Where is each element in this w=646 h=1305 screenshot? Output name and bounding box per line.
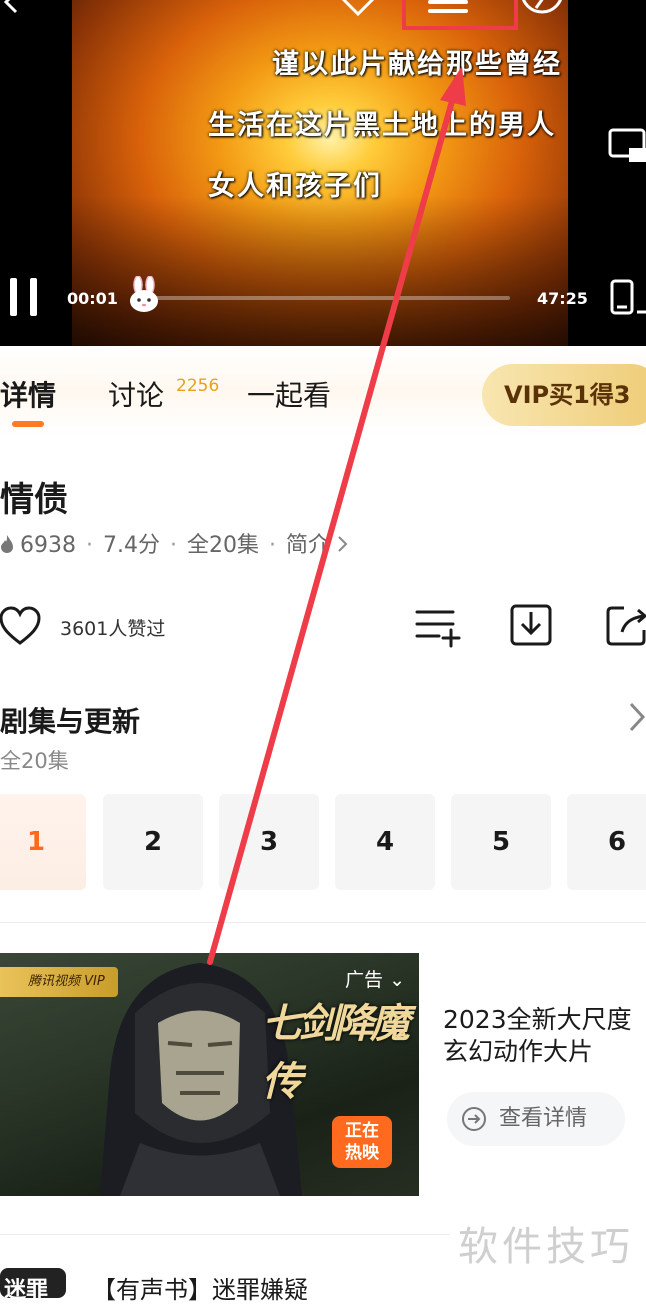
now-showing-line-2: 热映 [345, 1143, 379, 1163]
next-item-thumb-text: 迷罪 [4, 1278, 49, 1298]
episode-button[interactable]: 1 [0, 794, 86, 890]
watermark: 软件技巧 [458, 1224, 634, 1270]
chevron-down-icon[interactable]: ⌄ [389, 969, 405, 991]
now-showing-badge: 正在 热映 [332, 1116, 392, 1168]
heart-icon[interactable] [0, 604, 42, 648]
episode-count: 全20集 [187, 533, 259, 558]
subtitle-line-3: 女人和孩子们 [208, 171, 382, 202]
chevron-right-icon[interactable] [626, 700, 646, 734]
hot-count: 6938 [20, 533, 76, 558]
subtitle-line-1: 谨以此片献给那些曾经 [272, 49, 562, 80]
episode-button[interactable]: 5 [451, 794, 551, 890]
episodes-heading: 剧集与更新 [0, 705, 141, 738]
ad-title-logo: 七剑降魔传 [262, 1000, 410, 1105]
chevron-right-icon[interactable] [336, 535, 350, 553]
separator-dot: · [170, 533, 177, 558]
total-time: 47:25 [537, 289, 588, 308]
likes-count: 3601人赞过 [60, 618, 166, 640]
annotation-highlight-box [402, 0, 518, 30]
tab-discuss[interactable]: 讨论 [108, 374, 164, 414]
score: 7.4分 [103, 533, 160, 558]
episode-button[interactable]: 6 [567, 794, 646, 890]
vip-promo-button[interactable]: VIP买1得3 [482, 364, 646, 426]
ad-banner-image[interactable]: 腾讯视频 VIP 广告 ⌄ 七剑降魔传 正在 热映 [0, 953, 419, 1196]
subtitle-line-2: 生活在这片黑土地上的男人 [208, 110, 556, 141]
divider [0, 1234, 450, 1235]
ad-label[interactable]: 广告 ⌄ [345, 965, 405, 992]
next-item-title[interactable]: 【有声书】迷罪嫌疑 [92, 1270, 308, 1305]
tencent-video-vip-badge: 腾讯视频 VIP [0, 967, 118, 997]
video-scenery [72, 196, 568, 346]
episodes-subtitle: 全20集 [0, 749, 69, 773]
view-details-label: 查看详情 [499, 1106, 588, 1131]
separator-dot: · [269, 533, 276, 558]
add-to-playlist-icon[interactable] [413, 604, 463, 648]
discuss-count-badge: 2256 [176, 376, 220, 396]
download-icon[interactable] [508, 602, 554, 648]
separator-dot: · [86, 533, 93, 558]
pause-button[interactable] [6, 278, 40, 316]
episode-button[interactable]: 4 [335, 794, 435, 890]
divider [0, 922, 646, 923]
next-item-thumbnail[interactable]: 迷罪 [0, 1268, 66, 1298]
progress-track[interactable] [150, 296, 510, 300]
pin-icon[interactable] [520, 0, 564, 16]
now-showing-line-1: 正在 [345, 1121, 379, 1141]
ad-label-text: 广告 [345, 969, 384, 991]
arrow-circle-icon [462, 1107, 486, 1131]
show-meta: 6938 · 7.4分 · 全20集 · 简介 [0, 527, 350, 559]
share-icon[interactable] [604, 602, 646, 648]
intro-link[interactable]: 简介 [286, 527, 330, 559]
ad-title[interactable]: 2023全新大尺度玄幻动作大片 [443, 1004, 646, 1068]
current-time: 00:01 [67, 289, 118, 308]
bunny-icon[interactable] [125, 276, 163, 314]
tab-details[interactable]: 详情 [0, 374, 56, 414]
fullscreen-icon[interactable] [609, 278, 646, 316]
tab-watch-together[interactable]: 一起看 [247, 374, 331, 414]
show-title: 情债 [0, 480, 68, 520]
episode-button[interactable]: 3 [219, 794, 319, 890]
video-player[interactable]: 谨以此片献给那些曾经 生活在这片黑土地上的男人 女人和孩子们 00:01 47:… [0, 0, 646, 346]
episode-button[interactable]: 2 [103, 794, 203, 890]
back-icon[interactable] [0, 0, 24, 14]
pip-icon[interactable] [607, 126, 646, 166]
view-details-button[interactable]: 查看详情 [447, 1092, 625, 1146]
cast-icon[interactable] [336, 0, 380, 18]
flame-icon [1, 535, 13, 553]
tab-active-indicator [12, 421, 44, 427]
tab-bar: 详情 讨论 2256 一起看 VIP买1得3 [0, 346, 646, 436]
